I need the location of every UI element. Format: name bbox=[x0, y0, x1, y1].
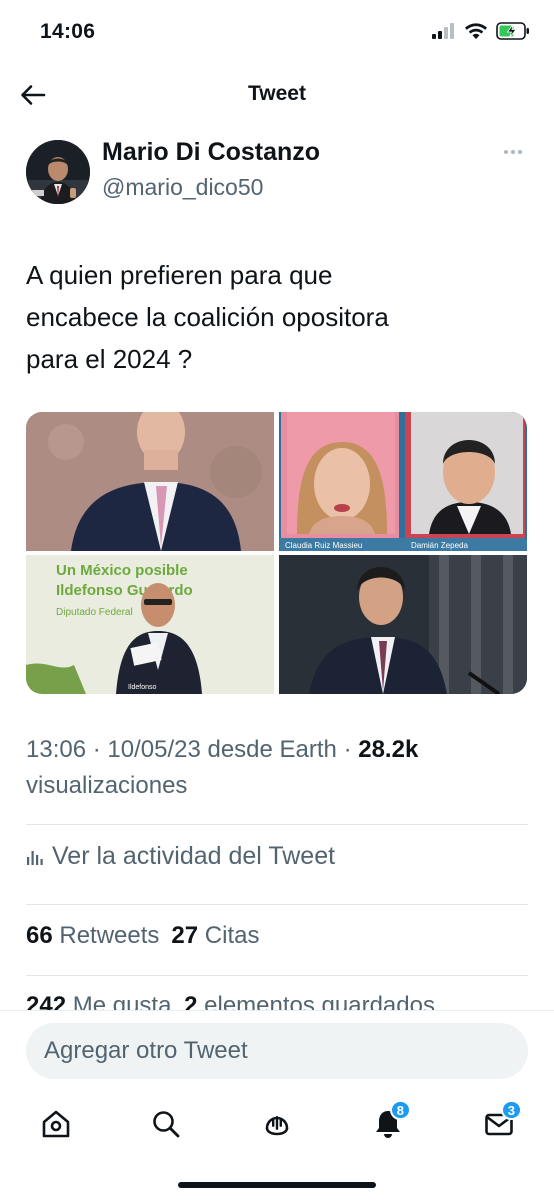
quotes-count: 27 bbox=[171, 922, 199, 949]
battery-charging-icon bbox=[496, 22, 529, 40]
media-grid: Claudia Ruiz Massieu Damián Zepeda Un Mé… bbox=[26, 412, 527, 694]
photo-speaker: Un México posible Ildefonso Guajardo Dip… bbox=[26, 555, 274, 694]
media-photo-4[interactable] bbox=[279, 555, 527, 694]
tweet-text: A quien prefieren para que encabece la c… bbox=[26, 260, 389, 374]
notifications-badge: 8 bbox=[389, 1100, 411, 1120]
avatar[interactable] bbox=[26, 140, 90, 204]
photo-man-podium bbox=[279, 555, 527, 694]
tab-home[interactable] bbox=[31, 1102, 81, 1146]
tweet-meta: 13:06 · 10/05/23 desde Earth · 28.2k visu… bbox=[26, 732, 526, 804]
messages-badge: 3 bbox=[500, 1100, 522, 1120]
tab-spaces[interactable] bbox=[252, 1102, 302, 1146]
spaces-icon bbox=[265, 1116, 289, 1136]
more-dot bbox=[511, 150, 515, 154]
retweets-count: 66 bbox=[26, 922, 53, 949]
quotes-stat[interactable]: 27 Citas bbox=[171, 922, 259, 950]
tweet-source: desde Earth bbox=[200, 736, 337, 763]
tweet-author: Mario Di Costanzo @mario_dico50 bbox=[26, 138, 528, 208]
photo-two-portraits: Claudia Ruiz Massieu Damián Zepeda bbox=[279, 412, 527, 551]
tab-messages[interactable]: 3 bbox=[474, 1100, 524, 1146]
header: Tweet bbox=[0, 66, 554, 124]
tweet-date: 10/05/23 bbox=[107, 736, 201, 763]
more-options-button[interactable] bbox=[498, 140, 528, 164]
view-activity-link[interactable]: Ver la actividad del Tweet bbox=[26, 842, 335, 871]
home-indicator bbox=[178, 1182, 376, 1188]
avatar-image bbox=[26, 140, 90, 204]
cellular-signal-icon bbox=[432, 23, 454, 39]
photo-credit: Ildefonso bbox=[128, 684, 157, 691]
status-time: 14:06 bbox=[40, 20, 96, 43]
divider bbox=[26, 824, 528, 825]
views-count: 28.2k bbox=[358, 736, 419, 763]
media-photo-2[interactable]: Claudia Ruiz Massieu Damián Zepeda bbox=[279, 412, 527, 551]
wifi-icon bbox=[465, 23, 487, 39]
retweets-stat[interactable]: 66 Retweets bbox=[26, 922, 159, 950]
status-bar: 14:06 bbox=[0, 0, 554, 66]
tab-notifications[interactable]: 8 bbox=[363, 1100, 413, 1146]
tab-search[interactable] bbox=[141, 1102, 191, 1146]
search-icon bbox=[153, 1111, 180, 1138]
media-photo-1[interactable] bbox=[26, 412, 274, 551]
engagement-stats: 66 Retweets 27 Citas bbox=[26, 922, 259, 950]
photo-man-suit bbox=[26, 412, 274, 551]
caption-left: Claudia Ruiz Massieu bbox=[285, 541, 362, 550]
divider bbox=[26, 904, 528, 905]
home-icon bbox=[42, 1110, 70, 1138]
quotes-label: Citas bbox=[204, 922, 260, 949]
status-icons bbox=[432, 22, 530, 40]
tweet-time: 13:06 bbox=[26, 736, 87, 763]
sign-line-1: Un México posible bbox=[56, 562, 188, 579]
more-dots-icon bbox=[504, 150, 508, 154]
sign-line-3: Diputado Federal bbox=[56, 607, 133, 618]
more-dot bbox=[518, 150, 522, 154]
meta-separator: · bbox=[336, 736, 359, 763]
reply-bar bbox=[0, 1010, 554, 1086]
media-photo-3[interactable]: Un México posible Ildefonso Guajardo Dip… bbox=[26, 555, 274, 694]
analytics-bars-icon bbox=[27, 850, 43, 865]
divider bbox=[26, 975, 528, 976]
page-title: Tweet bbox=[248, 82, 306, 105]
author-handle[interactable]: @mario_dico50 bbox=[102, 174, 263, 201]
caption-right: Damián Zepeda bbox=[411, 541, 468, 550]
tab-bar: 8 3 bbox=[0, 1090, 554, 1160]
views-label: visualizaciones bbox=[26, 772, 188, 799]
author-name[interactable]: Mario Di Costanzo bbox=[102, 138, 320, 167]
meta-separator: · bbox=[86, 736, 108, 763]
reply-input[interactable] bbox=[26, 1023, 528, 1079]
retweets-label: Retweets bbox=[59, 922, 160, 949]
activity-label: Ver la actividad del Tweet bbox=[52, 842, 336, 870]
